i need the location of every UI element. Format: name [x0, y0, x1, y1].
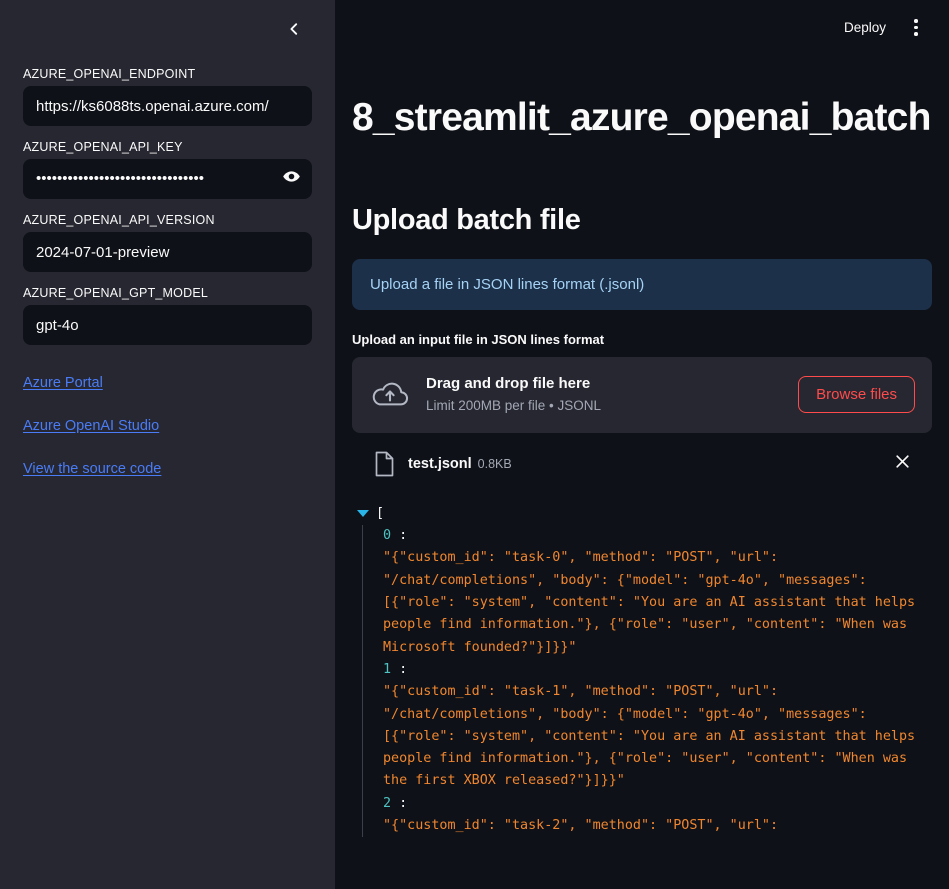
kebab-dot — [914, 19, 918, 23]
uploaded-file-name: test.jsonl — [408, 455, 472, 472]
uploaded-file-meta: test.jsonl 0.8KB — [408, 456, 876, 472]
section-title-upload-batch-file: Upload batch file — [352, 203, 581, 236]
json-entry-value: "{"custom_id": "task-2", "method": "POST… — [383, 818, 779, 834]
link-view-source-code[interactable]: View the source code — [23, 461, 161, 477]
sidebar: AZURE_OPENAI_ENDPOINT AZURE_OPENAI_API_K… — [0, 0, 335, 889]
dropzone-limit: Limit 200MB per file • JSONL — [426, 397, 602, 413]
main-content: Deploy 8_streamlit_azure_openai_batch Up… — [335, 0, 949, 889]
dropzone-title: Drag and drop file here — [426, 375, 591, 393]
json-entry: 2 : "{"custom_id": "task-2", "method": "… — [383, 793, 932, 838]
toggle-api-key-visibility-button[interactable] — [274, 160, 308, 198]
sidebar-body: AZURE_OPENAI_ENDPOINT AZURE_OPENAI_API_K… — [0, 67, 335, 477]
kebab-dot — [914, 25, 918, 30]
app-root: AZURE_OPENAI_ENDPOINT AZURE_OPENAI_API_K… — [0, 0, 949, 889]
link-azure-portal[interactable]: Azure Portal — [23, 375, 103, 391]
file-icon — [374, 451, 395, 477]
json-entry-index: 2 — [383, 795, 392, 811]
main-body: 8_streamlit_azure_openai_batch Upload ba… — [335, 96, 949, 838]
json-entry-colon: : — [399, 795, 408, 811]
label-azure-openai-endpoint: AZURE_OPENAI_ENDPOINT — [23, 67, 196, 81]
field-azure-openai-api-version[interactable] — [23, 232, 312, 272]
deploy-button[interactable]: Deploy — [834, 14, 896, 41]
kebab-menu-icon[interactable] — [900, 12, 932, 44]
json-root-bracket: [ — [376, 505, 385, 521]
json-children: 0 : "{"custom_id": "task-0", "method": "… — [362, 525, 932, 838]
azure-openai-api-key-input[interactable]: •••••••••••••••••••••••••••••••• — [24, 159, 274, 199]
azure-openai-gpt-model-input[interactable] — [24, 306, 311, 344]
field-azure-openai-endpoint[interactable] — [23, 86, 312, 126]
json-entry-value: "{"custom_id": "task-1", "method": "POST… — [383, 684, 924, 789]
label-azure-openai-gpt-model: AZURE_OPENAI_GPT_MODEL — [23, 286, 209, 300]
collapse-sidebar-button[interactable] — [279, 14, 309, 44]
json-viewer: [ 0 : "{"custom_id": "task-0", "method":… — [352, 503, 932, 838]
json-entry-index: 1 — [383, 661, 392, 677]
kebab-dot — [914, 32, 918, 36]
page-title: 8_streamlit_azure_openai_batch — [352, 96, 931, 139]
json-entry: 0 : "{"custom_id": "task-0", "method": "… — [383, 525, 932, 659]
json-entry-header: 2 : — [383, 793, 932, 815]
json-entry-colon: : — [399, 661, 408, 677]
info-banner: Upload a file in JSON lines format (.jso… — [352, 258, 932, 310]
uploaded-file-row: test.jsonl 0.8KB — [352, 441, 932, 487]
json-entry-colon: : — [399, 528, 408, 544]
field-azure-openai-gpt-model[interactable] — [23, 305, 312, 345]
sidebar-header — [0, 0, 335, 58]
close-icon — [894, 453, 911, 475]
remove-file-button[interactable] — [889, 451, 915, 477]
json-root-line: [ — [357, 503, 932, 525]
azure-openai-api-version-input[interactable] — [24, 233, 311, 271]
json-entry-header: 0 : — [383, 525, 932, 547]
label-azure-openai-api-key: AZURE_OPENAI_API_KEY — [23, 140, 183, 154]
file-dropzone[interactable]: Drag and drop file here Limit 200MB per … — [352, 356, 932, 433]
browse-files-button[interactable]: Browse files — [798, 376, 915, 414]
sidebar-links: Azure Portal Azure OpenAI Studio View th… — [23, 375, 312, 477]
json-collapse-toggle-icon[interactable] — [357, 509, 369, 517]
upload-caption: Upload an input file in JSON lines forma… — [352, 331, 605, 347]
chevron-left-icon — [286, 21, 302, 37]
json-entry-index: 0 — [383, 528, 392, 544]
json-entry: 1 : "{"custom_id": "task-1", "method": "… — [383, 659, 932, 793]
link-azure-openai-studio[interactable]: Azure OpenAI Studio — [23, 418, 159, 434]
azure-openai-endpoint-input[interactable] — [24, 87, 311, 125]
field-azure-openai-api-key[interactable]: •••••••••••••••••••••••••••••••• — [23, 159, 312, 199]
json-entry-header: 1 : — [383, 659, 932, 681]
json-entry-value: "{"custom_id": "task-0", "method": "POST… — [383, 550, 924, 655]
eye-icon — [282, 167, 301, 191]
main-header: Deploy — [335, 0, 949, 55]
uploaded-file-size: 0.8KB — [477, 456, 512, 471]
dropzone-text: Drag and drop file here Limit 200MB per … — [426, 374, 782, 415]
label-azure-openai-api-version: AZURE_OPENAI_API_VERSION — [23, 213, 215, 227]
cloud-upload-icon — [370, 379, 410, 411]
